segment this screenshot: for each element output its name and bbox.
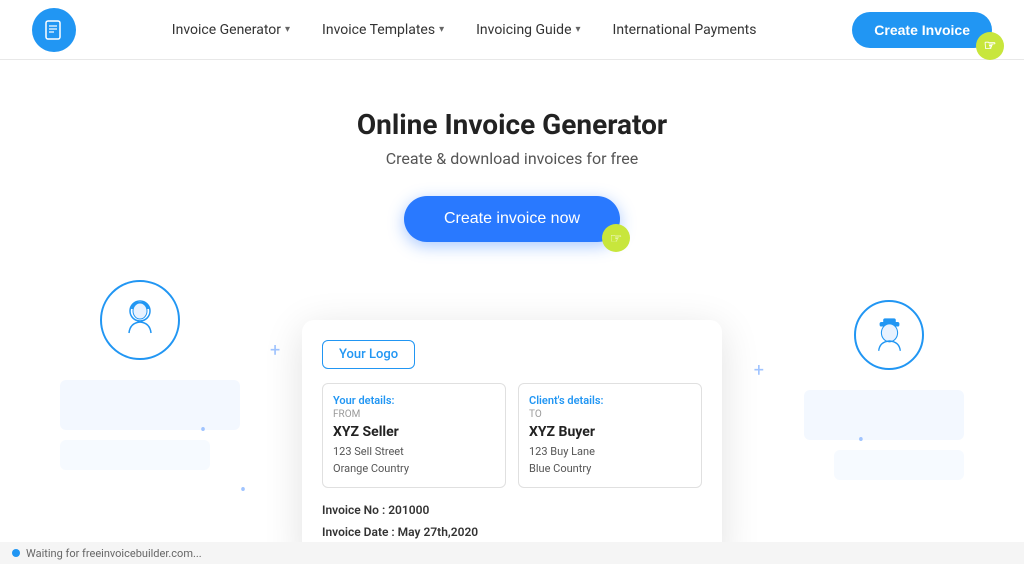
bg-bar-right-2 xyxy=(834,450,964,480)
cursor-pointer-icon: ☞ xyxy=(976,32,1004,60)
status-bar: Waiting for freeinvoicebuilder.com... xyxy=(0,542,1024,564)
logo-icon xyxy=(32,8,76,52)
seller-sublabel: FROM xyxy=(333,409,495,420)
buyer-avatar xyxy=(854,300,924,370)
right-avatar-illustration xyxy=(854,300,924,370)
create-invoice-button[interactable]: Create Invoice ☞ xyxy=(852,12,992,48)
header: Invoice Generator ▾ Invoice Templates ▾ … xyxy=(0,0,1024,60)
logo[interactable] xyxy=(32,8,76,52)
logo-placeholder: Your Logo xyxy=(322,340,415,369)
chevron-down-icon: ▾ xyxy=(439,24,444,35)
seller-avatar xyxy=(100,280,180,360)
seller-label: Your details: xyxy=(333,394,495,407)
seller-address: 123 Sell Street Orange Country xyxy=(333,444,495,477)
main-nav: Invoice Generator ▾ Invoice Templates ▾ … xyxy=(172,22,757,38)
chevron-down-icon: ▾ xyxy=(285,24,290,35)
hero-cta-button[interactable]: Create invoice now ☞ xyxy=(404,196,620,242)
buyer-address: 123 Buy Lane Blue Country xyxy=(529,444,691,477)
nav-invoicing-guide[interactable]: Invoicing Guide ▾ xyxy=(476,22,580,38)
invoice-preview-card: Your Logo Your details: FROM XYZ Seller … xyxy=(302,320,722,563)
buyer-label: Client's details: xyxy=(529,394,691,407)
invoice-date-row: Invoice Date : May 27th,2020 xyxy=(322,522,702,544)
dot-decor-3: • xyxy=(858,430,864,451)
plus-decor-2: + xyxy=(754,360,764,381)
hero-subtitle: Create & download invoices for free xyxy=(386,149,639,168)
seller-details-box: Your details: FROM XYZ Seller 123 Sell S… xyxy=(322,383,506,488)
status-dot-icon xyxy=(12,549,20,557)
nav-invoice-generator[interactable]: Invoice Generator ▾ xyxy=(172,22,290,38)
status-text: Waiting for freeinvoicebuilder.com... xyxy=(26,547,202,560)
left-avatar-illustration xyxy=(100,280,180,360)
bg-bar-right xyxy=(804,390,964,440)
bg-bar-left-2 xyxy=(60,440,210,470)
hero-section: Online Invoice Generator Create & downlo… xyxy=(0,60,1024,242)
bg-bar-left xyxy=(60,380,240,430)
invoice-meta: Invoice No : 201000 Invoice Date : May 2… xyxy=(322,500,702,543)
buyer-sublabel: TO xyxy=(529,409,691,420)
buyer-details-box: Client's details: TO XYZ Buyer 123 Buy L… xyxy=(518,383,702,488)
dot-decor-2: • xyxy=(240,480,246,501)
hero-title: Online Invoice Generator xyxy=(357,108,667,141)
invoice-details-row: Your details: FROM XYZ Seller 123 Sell S… xyxy=(322,383,702,488)
nav-invoice-templates[interactable]: Invoice Templates ▾ xyxy=(322,22,444,38)
cursor-pointer-icon: ☞ xyxy=(602,224,630,252)
chevron-down-icon: ▾ xyxy=(576,24,581,35)
nav-international-payments[interactable]: International Payments xyxy=(613,22,757,38)
invoice-number-row: Invoice No : 201000 xyxy=(322,500,702,522)
seller-name: XYZ Seller xyxy=(333,424,495,440)
buyer-name: XYZ Buyer xyxy=(529,424,691,440)
dot-decor-1: • xyxy=(200,420,206,441)
plus-decor-1: + xyxy=(270,340,280,361)
